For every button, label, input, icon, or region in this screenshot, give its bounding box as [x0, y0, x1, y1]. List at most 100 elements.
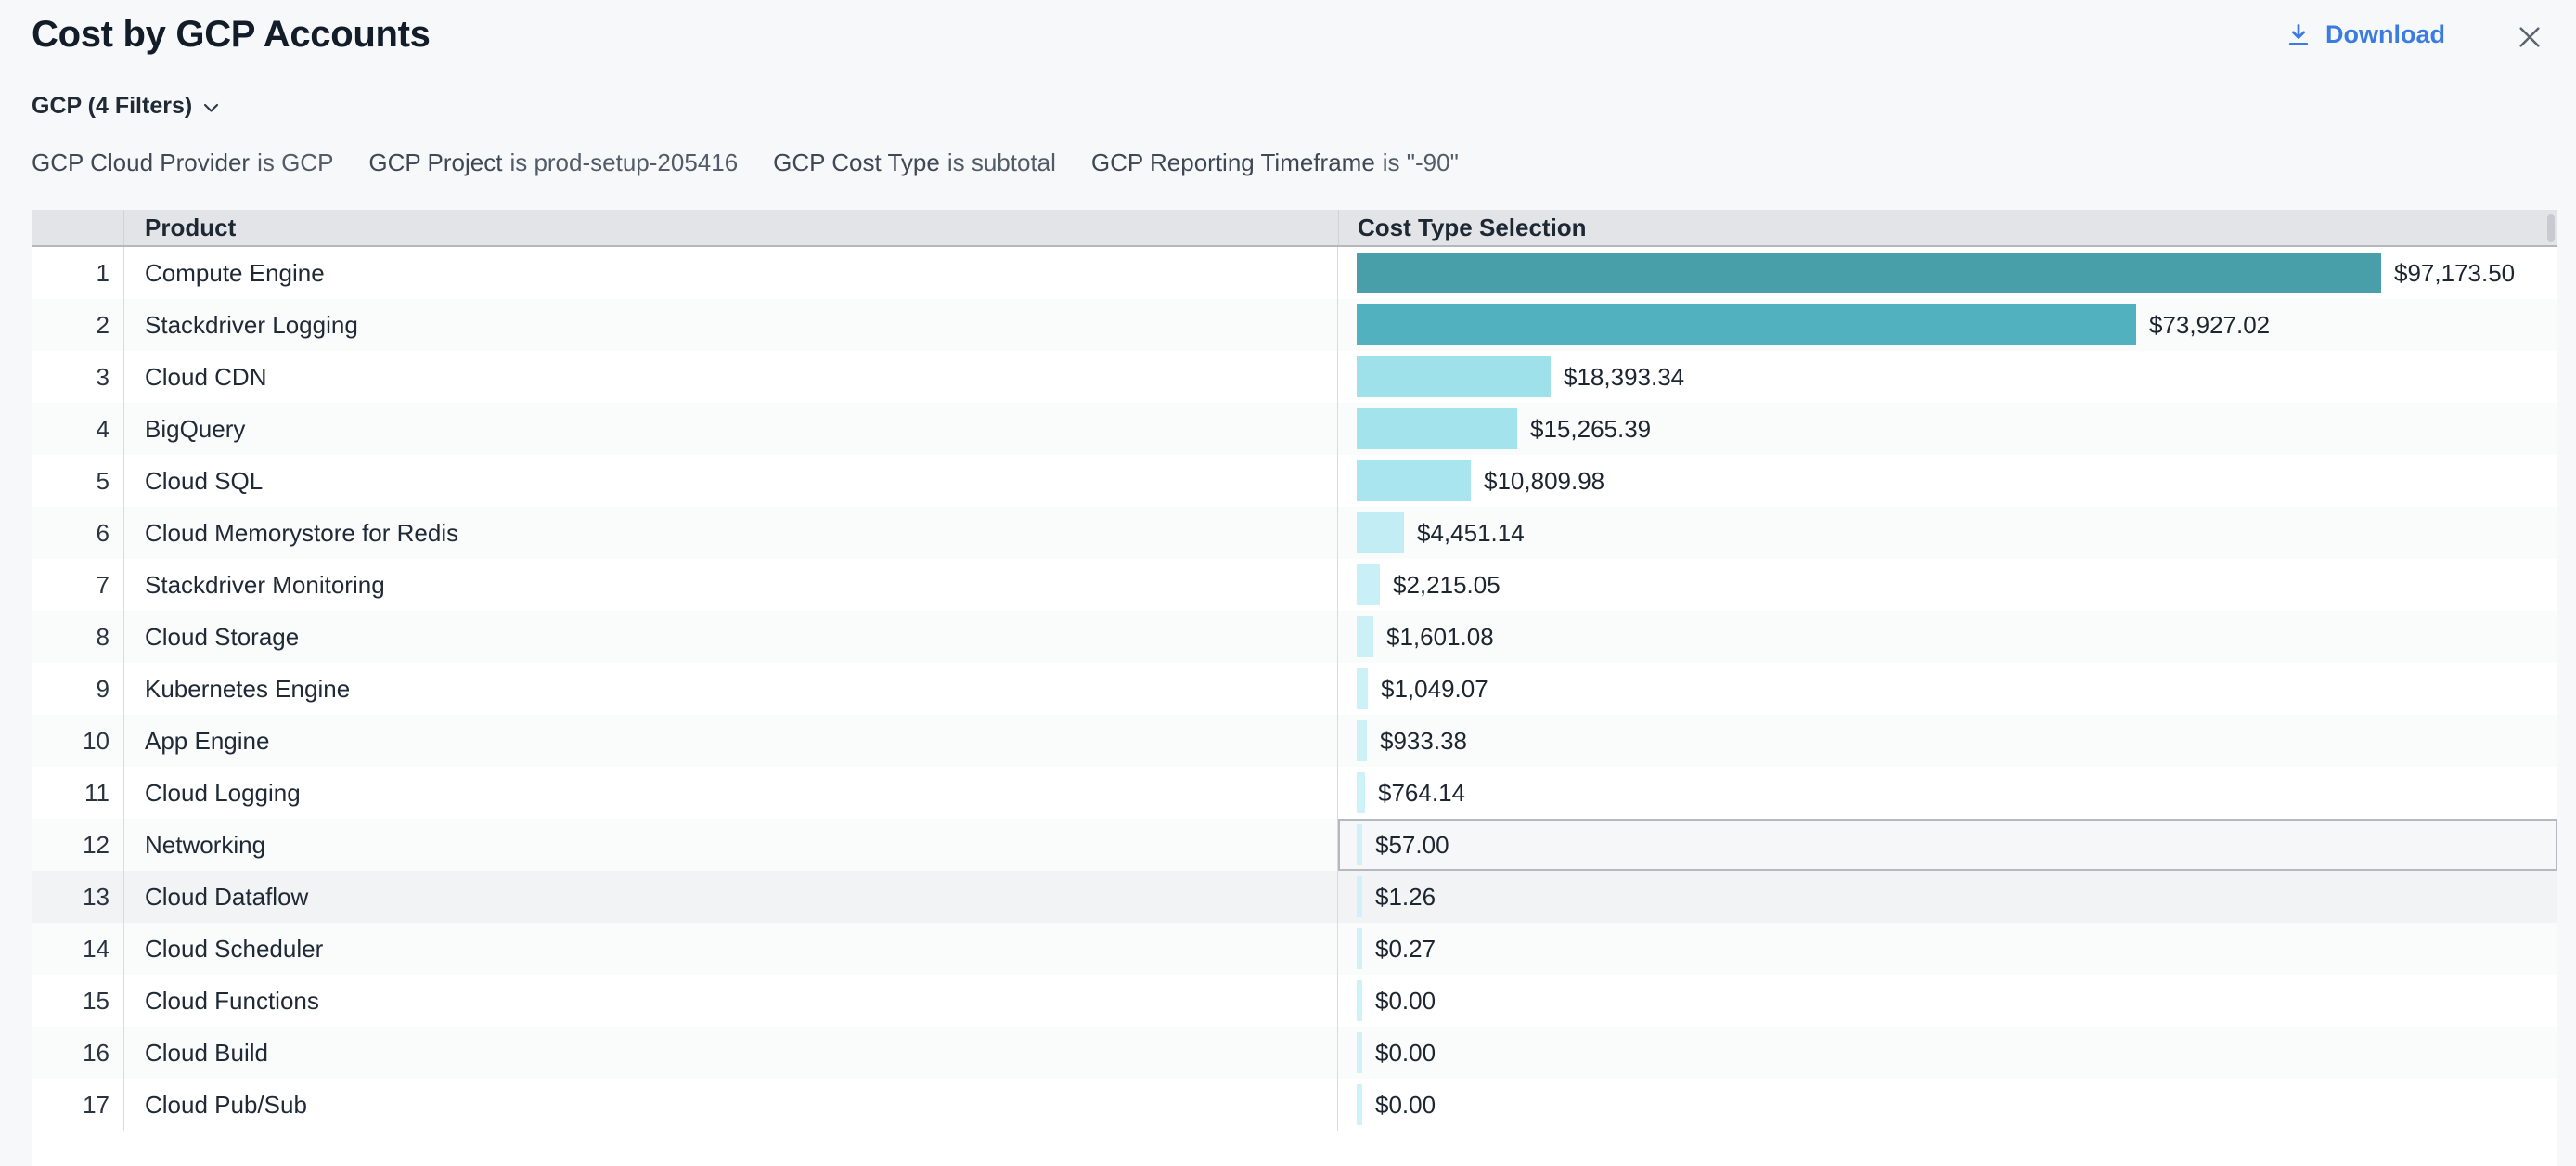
row-number: 14 [32, 923, 124, 975]
row-number: 6 [32, 507, 124, 559]
cost-value: $4,451.14 [1417, 519, 1525, 548]
product-cell[interactable]: Cloud CDN [124, 351, 1338, 403]
table-row[interactable]: 16 Cloud Build $0.00 [32, 1027, 2557, 1079]
table-row[interactable]: 13 Cloud Dataflow $1.26 [32, 871, 2557, 923]
table-row[interactable]: 12 Networking $57.00 [32, 819, 2557, 871]
cost-bar [1357, 980, 1362, 1021]
table-row[interactable]: 10 App Engine $933.38 [32, 715, 2557, 767]
filter-field-name: GCP Cloud Provider [32, 149, 250, 177]
cost-value: $57.00 [1375, 831, 1449, 860]
table-row[interactable]: 14 Cloud Scheduler $0.27 [32, 923, 2557, 975]
table-row[interactable]: 2 Stackdriver Logging $73,927.02 [32, 299, 2557, 351]
product-cell[interactable]: Cloud Memorystore for Redis [124, 507, 1338, 559]
row-number: 8 [32, 611, 124, 663]
product-cell[interactable]: Cloud Logging [124, 767, 1338, 819]
cost-cell[interactable]: $2,215.05 [1338, 559, 2557, 611]
cost-cell[interactable]: $10,809.98 [1338, 455, 2557, 507]
cost-value: $18,393.34 [1564, 363, 1684, 392]
cost-bar [1357, 928, 1362, 969]
table-row[interactable]: 5 Cloud SQL $10,809.98 [32, 455, 2557, 507]
row-number: 16 [32, 1027, 124, 1079]
cost-cell[interactable]: $764.14 [1338, 767, 2557, 819]
table-row[interactable]: 4 BigQuery $15,265.39 [32, 403, 2557, 455]
product-cell[interactable]: Cloud Functions [124, 975, 1338, 1027]
product-cell[interactable]: Kubernetes Engine [124, 663, 1338, 715]
table-row[interactable]: 17 Cloud Pub/Sub $0.00 [32, 1079, 2557, 1131]
filter-field-name: GCP Cost Type [773, 149, 940, 177]
cost-table: Product Cost Type Selection 1 Compute En… [32, 210, 2557, 1166]
table-row[interactable]: 8 Cloud Storage $1,601.08 [32, 611, 2557, 663]
product-cell[interactable]: Cloud Storage [124, 611, 1338, 663]
product-cell[interactable]: Cloud SQL [124, 455, 1338, 507]
cost-value: $1.26 [1375, 883, 1436, 912]
table-row[interactable]: 1 Compute Engine $97,173.50 [32, 247, 2557, 299]
product-cell[interactable]: BigQuery [124, 403, 1338, 455]
page-title: Cost by GCP Accounts [32, 13, 431, 56]
row-number: 10 [32, 715, 124, 767]
table-row[interactable]: 15 Cloud Functions $0.00 [32, 975, 2557, 1027]
close-button[interactable] [2507, 17, 2552, 61]
cost-cell[interactable]: $15,265.39 [1338, 403, 2557, 455]
row-number: 2 [32, 299, 124, 351]
cost-cell[interactable]: $1.26 [1338, 871, 2557, 923]
filter-chip[interactable]: GCP Cost Type is subtotal [773, 149, 1056, 177]
cost-cell[interactable]: $73,927.02 [1338, 299, 2557, 351]
table-row[interactable]: 11 Cloud Logging $764.14 [32, 767, 2557, 819]
cost-bar [1357, 616, 1373, 657]
filter-condition: is prod-setup-205416 [509, 149, 738, 177]
product-cell[interactable]: Compute Engine [124, 247, 1338, 299]
product-cell[interactable]: Cloud Dataflow [124, 871, 1338, 923]
cost-cell[interactable]: $0.00 [1338, 1079, 2557, 1131]
cost-bar [1357, 356, 1551, 397]
close-icon [2515, 22, 2544, 57]
cost-cell[interactable]: $0.00 [1338, 975, 2557, 1027]
cost-bar [1357, 668, 1368, 709]
cost-cell[interactable]: $933.38 [1338, 715, 2557, 767]
cost-value: $2,215.05 [1393, 571, 1501, 600]
cost-bar [1357, 304, 2136, 345]
product-cell[interactable]: Stackdriver Logging [124, 299, 1338, 351]
cost-cell[interactable]: $4,451.14 [1338, 507, 2557, 559]
cost-value: $0.27 [1375, 935, 1436, 964]
table-body: 1 Compute Engine $97,173.50 2 Stackdrive… [32, 247, 2557, 1131]
cost-bar [1357, 564, 1380, 605]
filter-condition: is GCP [257, 149, 333, 177]
cost-cell[interactable]: $0.00 [1338, 1027, 2557, 1079]
chevron-down-icon [203, 93, 219, 120]
row-number: 3 [32, 351, 124, 403]
cost-value: $764.14 [1378, 779, 1465, 808]
download-button[interactable]: Download [2285, 20, 2445, 49]
cost-value: $97,173.50 [2394, 259, 2515, 288]
filter-chip[interactable]: GCP Reporting Timeframe is "-90" [1091, 149, 1459, 177]
cost-value: $933.38 [1380, 727, 1467, 756]
product-cell[interactable]: Cloud Pub/Sub [124, 1079, 1338, 1131]
row-number: 13 [32, 871, 124, 923]
cost-cell[interactable]: $18,393.34 [1338, 351, 2557, 403]
product-cell[interactable]: App Engine [124, 715, 1338, 767]
product-cell[interactable]: Cloud Build [124, 1027, 1338, 1079]
filters-toggle[interactable]: GCP (4 Filters) [32, 93, 219, 120]
cost-value: $15,265.39 [1530, 415, 1651, 444]
product-cell[interactable]: Stackdriver Monitoring [124, 559, 1338, 611]
filter-chip[interactable]: GCP Cloud Provider is GCP [32, 149, 333, 177]
filter-chip[interactable]: GCP Project is prod-setup-205416 [368, 149, 738, 177]
product-cell[interactable]: Cloud Scheduler [124, 923, 1338, 975]
row-number: 5 [32, 455, 124, 507]
scrollbar-thumb[interactable] [2547, 214, 2555, 242]
table-row[interactable]: 6 Cloud Memorystore for Redis $4,451.14 [32, 507, 2557, 559]
cost-cell[interactable]: $1,601.08 [1338, 611, 2557, 663]
cost-cell[interactable]: $0.27 [1338, 923, 2557, 975]
cost-cell[interactable]: $57.00 [1338, 819, 2557, 871]
product-cell[interactable]: Networking [124, 819, 1338, 871]
column-header-product[interactable]: Product [124, 210, 1338, 245]
table-row[interactable]: 9 Kubernetes Engine $1,049.07 [32, 663, 2557, 715]
table-row[interactable]: 3 Cloud CDN $18,393.34 [32, 351, 2557, 403]
download-icon [2285, 21, 2312, 49]
cost-cell[interactable]: $97,173.50 [1338, 247, 2557, 299]
cost-bar [1357, 512, 1404, 553]
cost-cell[interactable]: $1,049.07 [1338, 663, 2557, 715]
cost-value: $73,927.02 [2149, 311, 2270, 340]
table-row[interactable]: 7 Stackdriver Monitoring $2,215.05 [32, 559, 2557, 611]
column-header-cost-type-selection[interactable]: Cost Type Selection [1338, 210, 2557, 245]
row-number: 12 [32, 819, 124, 871]
